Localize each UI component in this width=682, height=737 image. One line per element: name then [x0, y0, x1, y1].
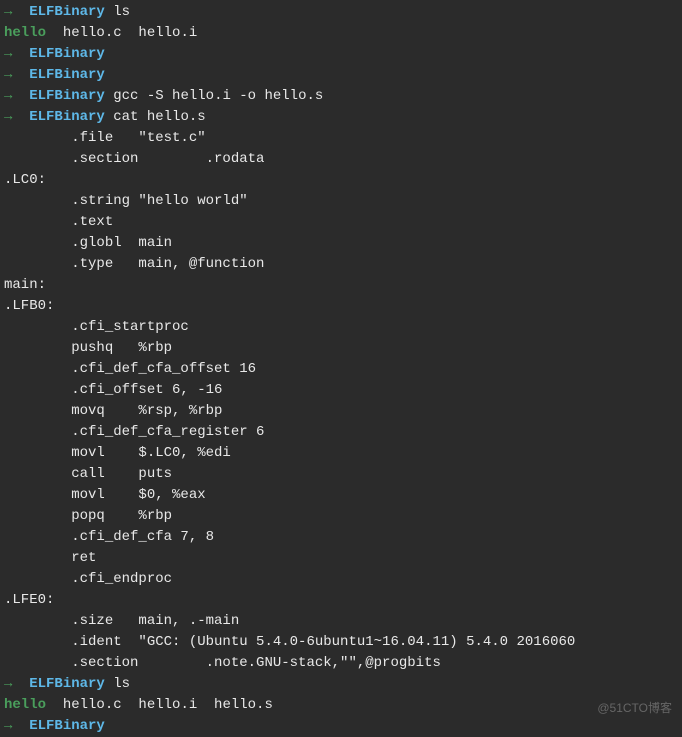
terminal-line: ret [4, 548, 678, 569]
output-text: movl $0, %eax [4, 487, 206, 503]
terminal-line: .cfi_offset 6, -16 [4, 380, 678, 401]
prompt-directory: ELFBinary [29, 676, 105, 692]
terminal-line: .cfi_endproc [4, 569, 678, 590]
terminal-line: .LC0: [4, 170, 678, 191]
terminal-output[interactable]: → ELFBinary lshello hello.c hello.i→ ELF… [4, 2, 678, 737]
executable-file: hello [4, 25, 46, 41]
terminal-line: movl $.LC0, %edi [4, 443, 678, 464]
output-text: .cfi_startproc [4, 319, 189, 335]
command-text: cat hello.s [113, 109, 205, 125]
terminal-line: .section .rodata [4, 149, 678, 170]
terminal-line: pushq %rbp [4, 338, 678, 359]
terminal-line: → ELFBinary ls [4, 2, 678, 23]
terminal-line: .cfi_def_cfa 7, 8 [4, 527, 678, 548]
output-text: .LFE0: [4, 592, 54, 608]
output-text: movl $.LC0, %edi [4, 445, 231, 461]
prompt-directory: ELFBinary [29, 46, 105, 62]
output-text: .text [4, 214, 113, 230]
terminal-line: movq %rsp, %rbp [4, 401, 678, 422]
output-text: pushq %rbp [4, 340, 172, 356]
terminal-line: .type main, @function [4, 254, 678, 275]
file-list: hello.c hello.i [46, 25, 197, 41]
output-text: .section .note.GNU-stack,"",@progbits [4, 655, 441, 671]
output-text: .ident "GCC: (Ubuntu 5.4.0-6ubuntu1~16.0… [4, 634, 575, 650]
output-text: .size main, .-main [4, 613, 239, 629]
output-text: popq %rbp [4, 508, 172, 524]
output-text: movq %rsp, %rbp [4, 403, 222, 419]
command-text: ls [113, 676, 130, 692]
terminal-line: call puts [4, 464, 678, 485]
output-text: .cfi_def_cfa 7, 8 [4, 529, 214, 545]
terminal-line: → ELFBinary cat hello.s [4, 107, 678, 128]
terminal-line: .section .note.GNU-stack,"",@progbits [4, 653, 678, 674]
command-text: gcc -S hello.i -o hello.s [113, 88, 323, 104]
terminal-line: .ident "GCC: (Ubuntu 5.4.0-6ubuntu1~16.0… [4, 632, 678, 653]
output-text: .type main, @function [4, 256, 264, 272]
prompt-arrow-icon: → [4, 109, 12, 125]
output-text: .file "test.c" [4, 130, 206, 146]
terminal-line: .cfi_def_cfa_offset 16 [4, 359, 678, 380]
terminal-line: .cfi_def_cfa_register 6 [4, 422, 678, 443]
terminal-line: .file "test.c" [4, 128, 678, 149]
output-text: .cfi_def_cfa_register 6 [4, 424, 264, 440]
terminal-line: .size main, .-main [4, 611, 678, 632]
watermark: @51CTO博客 [597, 699, 672, 717]
prompt-arrow-icon: → [4, 88, 12, 104]
executable-file: hello [4, 697, 46, 713]
file-list: hello.c hello.i hello.s [46, 697, 273, 713]
terminal-line: → ELFBinary [4, 65, 678, 86]
prompt-arrow-icon: → [4, 46, 12, 62]
terminal-line: .cfi_startproc [4, 317, 678, 338]
output-text: .LFB0: [4, 298, 54, 314]
output-text: .section .rodata [4, 151, 264, 167]
prompt-arrow-icon: → [4, 676, 12, 692]
output-text: .globl main [4, 235, 172, 251]
terminal-line: → ELFBinary ls [4, 674, 678, 695]
prompt-directory: ELFBinary [29, 88, 105, 104]
output-text: call puts [4, 466, 172, 482]
prompt-arrow-icon: → [4, 67, 12, 83]
prompt-directory: ELFBinary [29, 67, 105, 83]
terminal-line: hello hello.c hello.i hello.s [4, 695, 678, 716]
terminal-line: .LFE0: [4, 590, 678, 611]
prompt-arrow-icon: → [4, 4, 12, 20]
prompt-directory: ELFBinary [29, 4, 105, 20]
command-text: ls [113, 4, 130, 20]
terminal-line: .text [4, 212, 678, 233]
terminal-line: → ELFBinary gcc -S hello.i -o hello.s [4, 86, 678, 107]
output-text: .cfi_def_cfa_offset 16 [4, 361, 256, 377]
terminal-line: .string "hello world" [4, 191, 678, 212]
terminal-line: → ELFBinary [4, 716, 678, 737]
output-text: main: [4, 277, 46, 293]
terminal-line: popq %rbp [4, 506, 678, 527]
prompt-directory: ELFBinary [29, 109, 105, 125]
terminal-line: hello hello.c hello.i [4, 23, 678, 44]
terminal-line: → ELFBinary [4, 44, 678, 65]
terminal-line: main: [4, 275, 678, 296]
terminal-line: movl $0, %eax [4, 485, 678, 506]
terminal-line: .LFB0: [4, 296, 678, 317]
output-text: .string "hello world" [4, 193, 248, 209]
output-text: .LC0: [4, 172, 46, 188]
terminal-line: .globl main [4, 233, 678, 254]
output-text: ret [4, 550, 96, 566]
output-text: .cfi_endproc [4, 571, 172, 587]
output-text: .cfi_offset 6, -16 [4, 382, 222, 398]
